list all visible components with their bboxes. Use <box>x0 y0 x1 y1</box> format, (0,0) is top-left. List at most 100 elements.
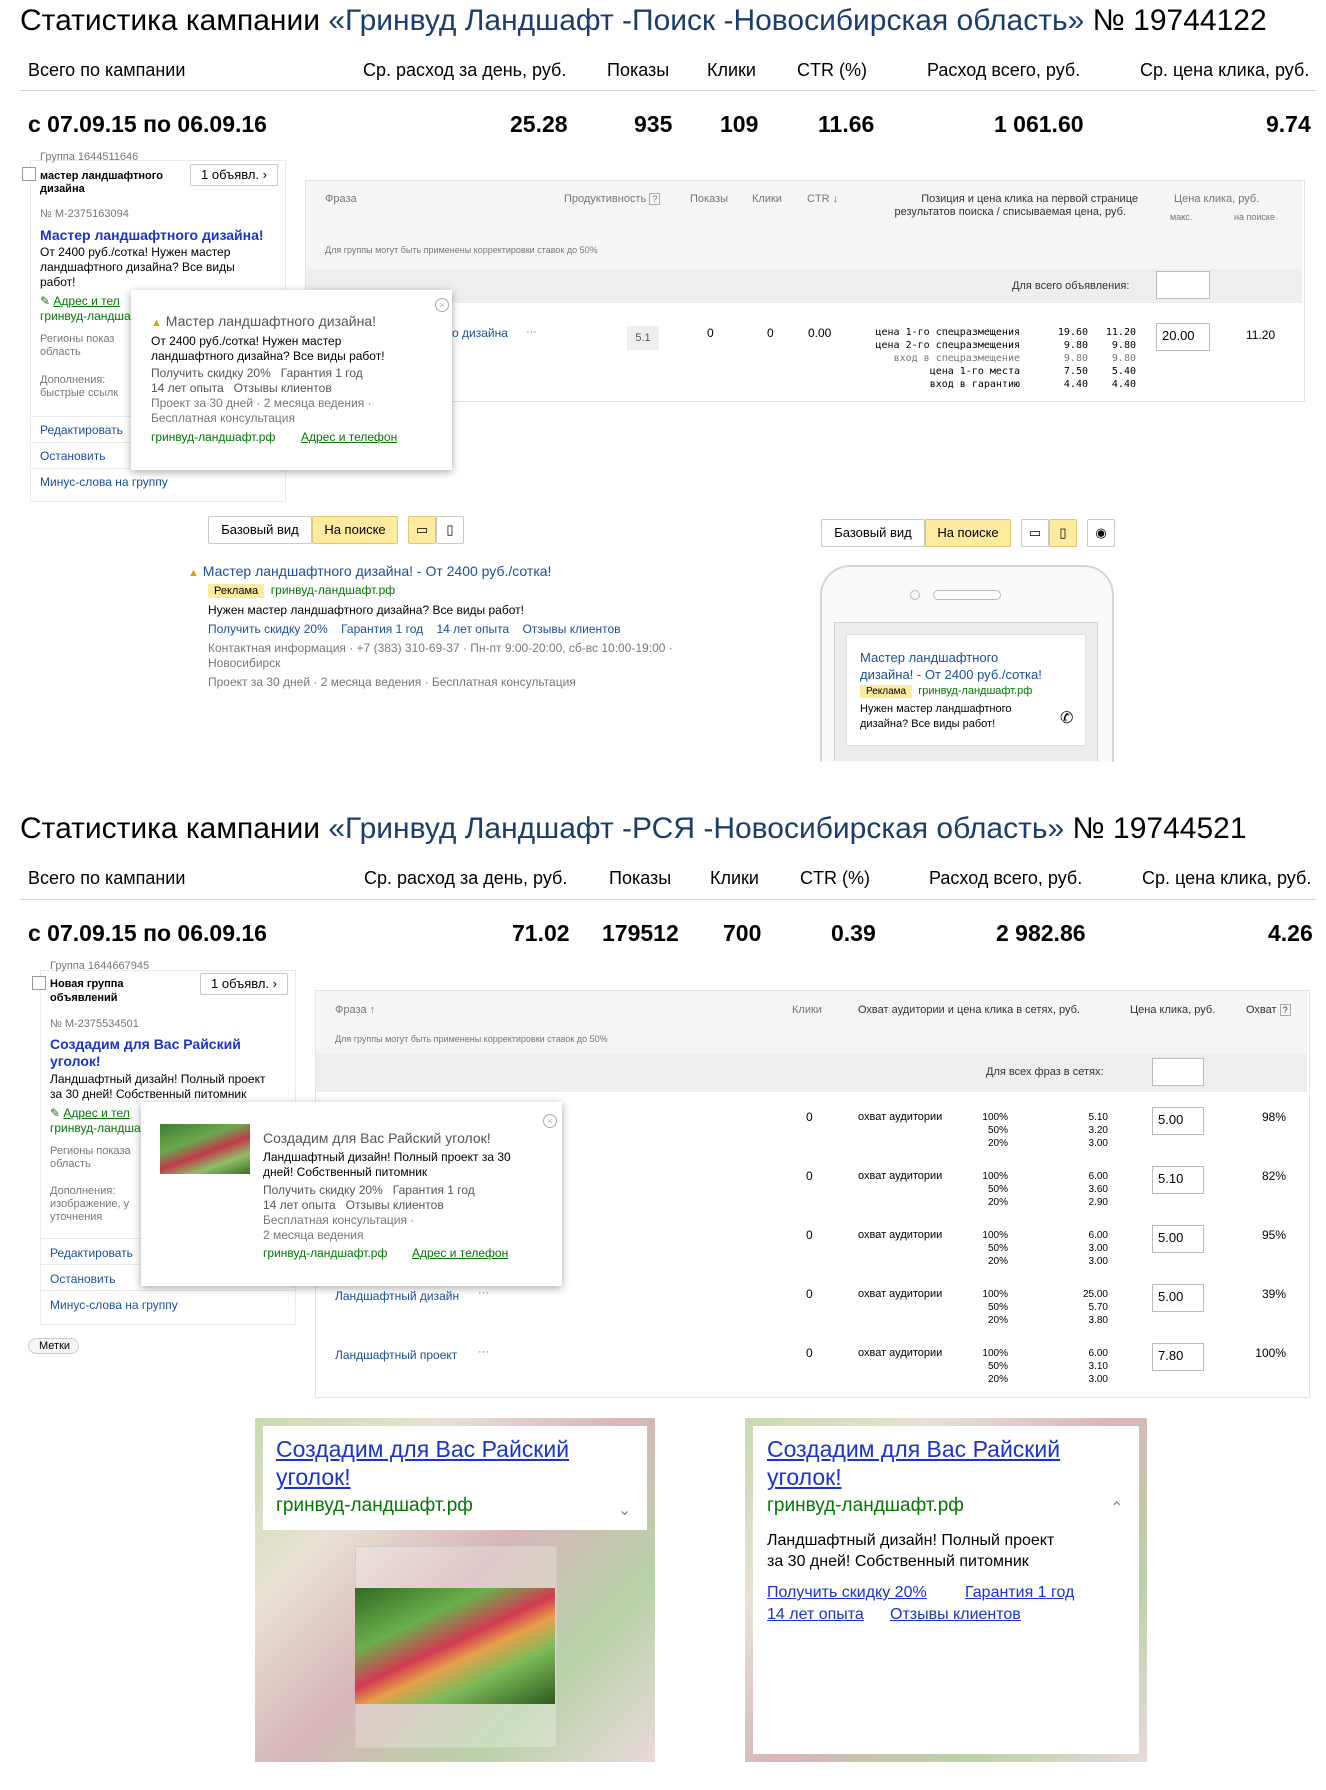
desktop-view-button[interactable]: ▭ <box>408 516 436 544</box>
preview-contact[interactable]: Контактная информация · +7 (383) 310-69-… <box>208 641 673 655</box>
mobile-domain[interactable]: гринвуд-ландшафт.рф <box>918 685 1032 697</box>
addons-value: быстрые ссылк <box>40 387 119 399</box>
ad-id: № M-2375534501 <box>50 1018 139 1030</box>
total-avg-day: 25.28 <box>510 111 568 137</box>
col-shows[interactable]: Показы <box>690 193 728 205</box>
ad-title-1[interactable]: Создадим для Вас Райский <box>50 1036 241 1052</box>
card2-text-1: Ландшафтный дизайн! Полный проект <box>767 1532 1055 1549</box>
sitelink-4[interactable]: Отзывы клиентов <box>522 622 620 636</box>
desktop-view-button-2[interactable]: ▭ <box>1021 519 1049 547</box>
popup-text-2: ландшафтного дизайна? Все виды работ! <box>151 349 385 363</box>
popup-links-2: 14 лет опыта Отзывы клиентов <box>151 381 332 395</box>
mobile-title-1[interactable]: Мастер ландшафтного <box>860 650 998 665</box>
reach-pct: 100% 50% 20% <box>982 1171 1008 1208</box>
card2-domain[interactable]: гринвуд-ландшафт.рф <box>767 1495 964 1517</box>
card2-sitelink-4[interactable]: Отзывы клиентов <box>890 1606 1021 1624</box>
all-ad-price-input[interactable] <box>1156 271 1210 299</box>
header-total: Всего по кампании <box>28 60 186 80</box>
ads-count-button[interactable]: 1 объявл. › <box>190 164 278 186</box>
geo-target-button[interactable]: ◉ <box>1087 519 1115 547</box>
card2-sitelink-1[interactable]: Получить скидку 20% <box>767 1584 927 1602</box>
network-price-input[interactable]: 5.00 <box>1152 1284 1204 1312</box>
group-checkbox[interactable] <box>32 976 46 990</box>
address-link[interactable]: ✎ Адрес и тел <box>50 1106 130 1120</box>
popup-address-link[interactable]: Адрес и телефон <box>412 1246 508 1260</box>
phrase-menu-icon[interactable]: ··· <box>478 1346 489 1358</box>
popup-text-1: Ландшафтный дизайн! Полный проект за 30 <box>263 1150 511 1164</box>
total-clicks: 109 <box>720 111 759 137</box>
phrase-link[interactable]: Ландшафтный дизайн <box>335 1289 459 1303</box>
row-cover: 39% <box>1261 1287 1286 1301</box>
search-view-button[interactable]: На поиске <box>312 516 398 544</box>
basic-view-button[interactable]: Базовый вид <box>208 516 312 544</box>
row-clicks: 0 <box>806 1287 813 1301</box>
phrase-link[interactable]: о дизайна <box>452 326 508 340</box>
network-price-input[interactable]: 5.00 <box>1152 1225 1204 1253</box>
header-avg-cpc: Ср. цена клика, руб. <box>1142 868 1312 888</box>
preview-title[interactable]: ▲ Мастер ландшафтного дизайна! - От 2400… <box>188 563 551 579</box>
mobile-view-button-2[interactable]: ▯ <box>1049 519 1077 547</box>
col-ctr[interactable]: CTR ↓ <box>807 193 838 205</box>
regions-value: область <box>40 346 81 358</box>
card1-title-1[interactable]: Создадим для Вас Райский <box>276 1436 569 1463</box>
phone-call-icon[interactable]: ✆ <box>1060 708 1073 728</box>
reach-pct: 100% 50% 20% <box>982 1289 1008 1326</box>
phrase-menu-icon[interactable]: ··· <box>526 326 537 338</box>
reach-prices: 6.00 3.10 3.00 <box>1088 1348 1108 1385</box>
network-price-input[interactable]: 5.00 <box>1152 1107 1204 1135</box>
reach-prices: 25.00 5.70 3.80 <box>1082 1289 1108 1326</box>
card2-sitelink-2[interactable]: Гарантия 1 год <box>965 1584 1074 1602</box>
search-view-button-2[interactable]: На поиске <box>925 519 1011 547</box>
max-price-input[interactable]: 20.00 <box>1156 323 1210 351</box>
mobile-view-button[interactable]: ▯ <box>436 516 464 544</box>
basic-view-button-2[interactable]: Базовый вид <box>821 519 925 547</box>
total-avg-day: 71.02 <box>512 920 570 946</box>
popup-domain: гринвуд-ландшафт.рф <box>151 430 276 444</box>
col-phrase[interactable]: Фраза <box>325 193 357 205</box>
col-max: макс. <box>1170 212 1193 222</box>
edit-link[interactable]: Редактировать <box>40 423 123 437</box>
ad-title[interactable]: Мастер ландшафтного дизайна! <box>40 227 264 243</box>
close-icon[interactable]: × <box>435 298 449 312</box>
card2-title-2[interactable]: уголок! <box>767 1464 842 1491</box>
ad-badge: Реклама <box>860 685 913 698</box>
mobile-title-2[interactable]: дизайна! - От 2400 руб./сотка! <box>860 667 1042 682</box>
phrase-menu-icon[interactable]: ··· <box>478 1287 489 1299</box>
sitelink-2[interactable]: Гарантия 1 год <box>341 622 423 636</box>
group-checkbox[interactable] <box>22 167 36 181</box>
col-clicks[interactable]: Клики <box>792 1004 822 1016</box>
sitelink-3[interactable]: 14 лет опыта <box>437 622 510 636</box>
tags-button[interactable]: Метки <box>28 1338 80 1354</box>
popup-extra-1: Проект за 30 дней · 2 месяца ведения · <box>151 396 372 410</box>
stop-link[interactable]: Остановить <box>50 1272 116 1286</box>
ad-title-2[interactable]: уголок! <box>50 1053 101 1069</box>
col-phrase[interactable]: Фраза ↑ <box>335 1004 375 1016</box>
minus-words-link[interactable]: Минус-слова на группу <box>50 1298 178 1312</box>
card1-title-2[interactable]: уголок! <box>276 1464 351 1491</box>
help-icon: ? <box>1279 1004 1291 1016</box>
edit-link[interactable]: Редактировать <box>50 1246 133 1260</box>
close-icon[interactable]: × <box>543 1114 557 1128</box>
col-price: Цена клика, руб. <box>1174 193 1260 205</box>
all-phrases-price-input[interactable] <box>1152 1058 1204 1086</box>
phrase-link[interactable]: Ландшафтный проект <box>335 1348 457 1362</box>
yandex-ad-icon: ▲ <box>188 567 199 579</box>
popup-text-2: дней! Собственный питомник <box>263 1165 428 1179</box>
network-price-input[interactable]: 7.80 <box>1152 1343 1204 1371</box>
chevron-down-icon[interactable]: ⌄ <box>618 1500 631 1520</box>
col-clicks[interactable]: Клики <box>752 193 782 205</box>
network-price-input[interactable]: 5.10 <box>1152 1166 1204 1194</box>
ads-count-button[interactable]: 1 объявл. › <box>200 973 288 995</box>
preview-domain[interactable]: гринвуд-ландшафт.рф <box>271 583 395 597</box>
popup-address-link[interactable]: Адрес и телефон <box>301 430 397 444</box>
total-spend: 1 061.60 <box>994 111 1084 137</box>
col-cover: Охват ? <box>1246 1004 1291 1016</box>
card2-sitelink-3[interactable]: 14 лет опыта <box>767 1606 864 1624</box>
chevron-up-icon[interactable]: ⌃ <box>1110 1498 1123 1518</box>
sitelink-1[interactable]: Получить скидку 20% <box>208 622 328 636</box>
minus-words-link[interactable]: Минус-слова на группу <box>40 475 168 489</box>
address-link[interactable]: ✎ Адрес и тел <box>40 294 120 308</box>
card2-title-1[interactable]: Создадим для Вас Райский <box>767 1436 1060 1463</box>
card1-domain[interactable]: гринвуд-ландшафт.рф <box>276 1495 473 1517</box>
stop-link[interactable]: Остановить <box>40 449 106 463</box>
